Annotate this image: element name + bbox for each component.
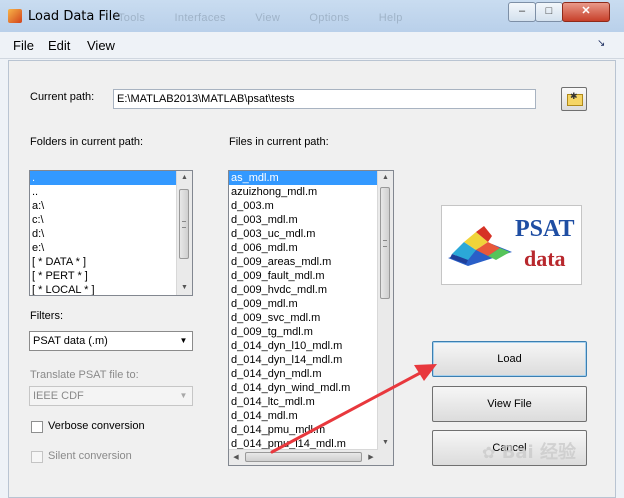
menu-edit[interactable]: Edit <box>48 38 70 53</box>
folder-item[interactable]: a:\ <box>30 199 192 213</box>
view-file-button-label: View File <box>487 398 532 410</box>
scroll-corner <box>378 450 393 465</box>
view-file-button[interactable]: View File <box>432 386 587 422</box>
ghost-menu-item: Interfaces <box>174 12 226 24</box>
current-path-label: Current path: <box>30 91 95 103</box>
ghost-menu-item: Help <box>378 12 403 24</box>
folder-item[interactable]: d:\ <box>30 227 192 241</box>
file-item[interactable]: d_009_areas_mdl.m <box>229 255 393 269</box>
scroll-up-icon[interactable]: ▲ <box>378 171 393 185</box>
folder-item[interactable]: .. <box>30 185 192 199</box>
file-item[interactable]: d_009_svc_mdl.m <box>229 311 393 325</box>
window-title: Load Data File <box>28 9 121 24</box>
folder-item[interactable]: c:\ <box>30 213 192 227</box>
silent-label: Silent conversion <box>48 450 132 462</box>
translate-dropdown[interactable]: IEEE CDF ▼ <box>29 386 193 406</box>
background-window-menu: Tools Interfaces View Options Help <box>118 12 429 24</box>
psat-data-logo: PSAT data <box>441 205 582 285</box>
minimize-button[interactable]: – <box>508 2 536 22</box>
verbose-label: Verbose conversion <box>48 420 145 432</box>
file-item[interactable]: d_009_fault_mdl.m <box>229 269 393 283</box>
files-listbox[interactable]: as_mdl.m azuizhong_mdl.m d_003.m d_003_m… <box>228 170 394 466</box>
maximize-button[interactable]: □ <box>535 2 563 22</box>
file-item[interactable]: azuizhong_mdl.m <box>229 185 393 199</box>
ghost-menu-item: Tools <box>118 12 146 24</box>
title-bar[interactable]: Load Data File Tools Interfaces View Opt… <box>0 0 624 32</box>
surface-plot-icon <box>448 226 512 266</box>
dock-arrow-icon[interactable]: ↘ <box>597 38 605 49</box>
file-item[interactable]: as_mdl.m <box>229 171 393 185</box>
folders-scrollbar[interactable]: ▲ ▼ <box>176 171 192 295</box>
filters-dropdown[interactable]: PSAT data (.m) ▼ <box>29 331 193 351</box>
folder-item[interactable]: [ * PERT * ] <box>30 269 192 283</box>
ghost-menu-item: View <box>255 12 281 24</box>
translate-label: Translate PSAT file to: <box>30 369 139 381</box>
file-item[interactable]: d_014_dyn_l14_mdl.m <box>229 353 393 367</box>
file-item[interactable]: d_014_dyn_mdl.m <box>229 367 393 381</box>
file-item[interactable]: d_014_dyn_l10_mdl.m <box>229 339 393 353</box>
file-item[interactable]: d_003_mdl.m <box>229 213 393 227</box>
scroll-down-icon[interactable]: ▼ <box>378 436 393 450</box>
file-item[interactable]: d_003_uc_mdl.m <box>229 227 393 241</box>
scroll-left-icon[interactable]: ◀ <box>229 450 243 465</box>
load-data-window: Load Data File Tools Interfaces View Opt… <box>0 0 624 498</box>
folder-item[interactable]: . <box>30 171 192 185</box>
menu-file[interactable]: File <box>13 38 34 53</box>
filters-selected-value: PSAT data (.m) <box>33 335 108 347</box>
scroll-up-icon[interactable]: ▲ <box>177 171 192 185</box>
close-button[interactable]: ✕ <box>562 2 610 22</box>
scroll-thumb[interactable] <box>179 189 189 259</box>
translate-selected-value: IEEE CDF <box>33 390 84 402</box>
file-item[interactable]: d_009_mdl.m <box>229 297 393 311</box>
file-item[interactable]: d_014_ltc_mdl.m <box>229 395 393 409</box>
watermark: ✿ Bai 经验 <box>482 438 576 464</box>
silent-checkbox[interactable] <box>31 451 43 463</box>
file-item[interactable]: d_003.m <box>229 199 393 213</box>
star-icon: ✱ <box>570 91 578 101</box>
chevron-down-icon[interactable]: ▼ <box>175 332 192 350</box>
current-path-field[interactable]: E:\MATLAB2013\MATLAB\psat\tests <box>113 89 536 109</box>
file-item[interactable]: d_014_dyn_wind_mdl.m <box>229 381 393 395</box>
folder-item[interactable]: [ * DATA * ] <box>30 255 192 269</box>
files-label: Files in current path: <box>229 136 329 148</box>
verbose-checkbox[interactable] <box>31 421 43 433</box>
matlab-app-icon <box>8 9 22 23</box>
load-button[interactable]: Load <box>432 341 587 377</box>
scroll-thumb[interactable] <box>380 187 390 299</box>
ghost-menu-item: Options <box>309 12 350 24</box>
logo-title: PSAT <box>515 216 575 242</box>
load-button-label: Load <box>497 353 522 365</box>
scroll-thumb[interactable] <box>245 452 362 462</box>
menu-bar: File Edit View ↘ <box>0 32 624 59</box>
scroll-right-icon[interactable]: ▶ <box>364 450 378 465</box>
file-item[interactable]: d_009_hvdc_mdl.m <box>229 283 393 297</box>
watermark-text: Bai 经验 <box>501 442 576 463</box>
folder-item[interactable]: [ * LOCAL * ] <box>30 283 192 295</box>
file-item[interactable]: d_014_mdl.m <box>229 409 393 423</box>
logo-subtitle: data <box>524 246 566 271</box>
browse-folder-button[interactable]: ✱ <box>561 87 587 111</box>
menu-view[interactable]: View <box>87 38 115 53</box>
file-item[interactable]: d_006_mdl.m <box>229 241 393 255</box>
chevron-down-icon[interactable]: ▼ <box>175 387 192 405</box>
filters-label: Filters: <box>30 310 63 322</box>
scroll-down-icon[interactable]: ▼ <box>177 281 192 295</box>
folders-listbox[interactable]: . .. a:\ c:\ d:\ e:\ [ * DATA * ] [ * PE… <box>29 170 193 296</box>
folders-label: Folders in current path: <box>30 136 144 148</box>
file-item[interactable]: d_014_pmu_mdl.m <box>229 423 393 437</box>
files-vertical-scrollbar[interactable]: ▲ ▼ <box>377 171 393 450</box>
paw-icon: ✿ <box>482 443 496 462</box>
files-horizontal-scrollbar[interactable]: ◀ ▶ <box>229 449 378 465</box>
folder-item[interactable]: e:\ <box>30 241 192 255</box>
file-item[interactable]: d_009_tg_mdl.m <box>229 325 393 339</box>
